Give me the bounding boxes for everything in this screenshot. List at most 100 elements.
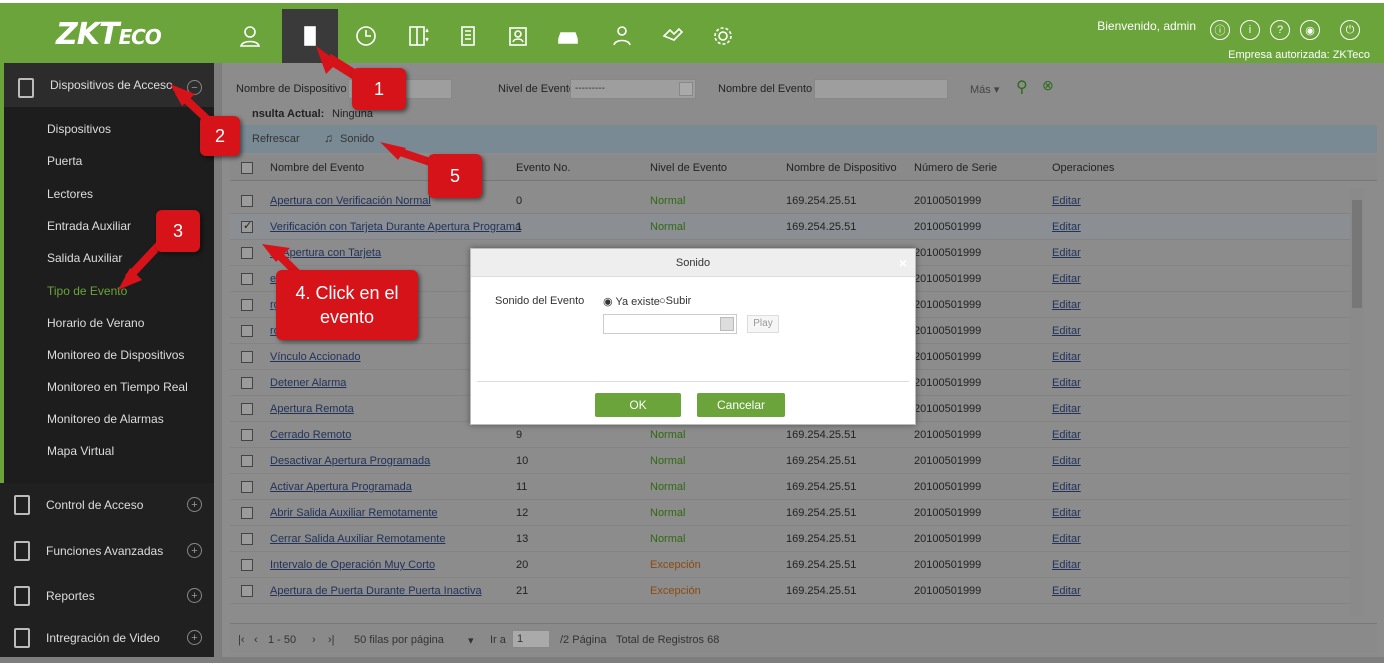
prev-page-icon[interactable]: ‹	[254, 634, 258, 646]
close-icon[interactable]: ×	[899, 255, 907, 271]
rows-per-page-arrow-icon[interactable]: ▾	[468, 634, 474, 647]
edit-link[interactable]: Editar	[1052, 195, 1081, 207]
radio-exists[interactable]: ◉ Ya existe	[603, 295, 660, 308]
expand-icon[interactable]: +	[187, 543, 202, 558]
edit-link[interactable]: Editar	[1052, 403, 1081, 415]
table-row[interactable]: Apertura con Verificación Normal 0 Normal 1…	[230, 188, 1358, 214]
building-nav-building-icon[interactable]	[440, 9, 496, 63]
edit-link[interactable]: Editar	[1052, 533, 1081, 545]
first-page-icon[interactable]: |‹	[238, 634, 245, 646]
row-checkbox[interactable]	[241, 219, 253, 233]
sidebar-section-funciones-avanzadas[interactable]: Funciones Avanzadas +	[0, 526, 214, 576]
table-scrollbar[interactable]	[1350, 188, 1364, 616]
patrol-nav-patrol-icon[interactable]	[594, 9, 650, 63]
sidebar-item-dispositivos[interactable]: Dispositivos	[47, 122, 111, 136]
event-name-cell[interactable]: Apertura con Verificación Normal	[270, 195, 431, 207]
table-row[interactable]: Abrir Salida Auxiliar Remotamente 12 Norma…	[230, 500, 1358, 526]
ok-button[interactable]: OK	[595, 393, 681, 417]
event-level-select[interactable]: ---------	[570, 79, 696, 99]
account-icon[interactable]: ◉	[1300, 20, 1320, 40]
edit-link[interactable]: Editar	[1052, 247, 1081, 259]
system-nav-gear-icon[interactable]	[695, 9, 751, 63]
collapse-icon[interactable]: −	[187, 80, 202, 95]
event-name-cell[interactable]: Abrir Salida Auxiliar Remotamente	[270, 507, 438, 519]
expand-icon[interactable]: +	[187, 630, 202, 645]
sidebar-section-control-acceso[interactable]: Control de Acceso +	[0, 480, 214, 530]
cancel-button[interactable]: Cancelar	[697, 393, 785, 417]
table-row[interactable]: Desactivar Apertura Programada 10 Normal 16…	[230, 448, 1358, 474]
row-checkbox[interactable]	[241, 507, 253, 519]
question-icon[interactable]: ?	[1270, 20, 1290, 40]
sidebar-item-salida-auxiliar[interactable]: Salida Auxiliar	[47, 251, 122, 265]
expand-icon[interactable]: +	[187, 588, 202, 603]
row-checkbox[interactable]	[241, 533, 253, 545]
sidebar-item-monitoreo-alarmas[interactable]: Monitoreo de Alarmas	[47, 412, 164, 426]
scrollbar-thumb[interactable]	[1352, 200, 1362, 308]
row-checkbox[interactable]	[241, 559, 253, 571]
more-filters-link[interactable]: Más ▾	[970, 83, 999, 96]
sound-select[interactable]	[603, 314, 737, 334]
event-name-cell[interactable]: Cerrado Remoto	[270, 429, 351, 441]
table-row[interactable]: Intervalo de Operación Muy Corto 20 Excepc…	[230, 552, 1358, 578]
sidebar-item-lectores[interactable]: Lectores	[47, 187, 93, 201]
event-name-cell[interactable]: ra Apertura con Tarjeta	[270, 247, 381, 259]
row-checkbox[interactable]	[241, 325, 253, 337]
event-name-cell[interactable]: Desactivar Apertura Programada	[270, 455, 430, 467]
table-row[interactable]: Activar Apertura Programada 11 Normal 169.2…	[230, 474, 1358, 500]
row-checkbox[interactable]	[241, 455, 253, 467]
sidebar-item-mapa-virtual[interactable]: Mapa Virtual	[47, 444, 114, 458]
sidebar-section-integracion-video[interactable]: Intregración de Video +	[0, 613, 214, 663]
visitor-nav-visitor-icon[interactable]	[490, 9, 546, 63]
edit-link[interactable]: Editar	[1052, 507, 1081, 519]
refresh-button[interactable]: Refrescar	[252, 133, 300, 145]
column-header[interactable]: Nivel de Evento	[650, 162, 727, 174]
sidebar-item-monitoreo-tiempo-real[interactable]: Monitoreo en Tiempo Real	[47, 380, 188, 394]
edit-link[interactable]: Editar	[1052, 325, 1081, 337]
personnel-nav-user-icon[interactable]	[222, 9, 278, 63]
event-name-cell[interactable]: Intervalo de Operación Muy Corto	[270, 559, 435, 571]
edit-link[interactable]: Editar	[1052, 455, 1081, 467]
clear-icon[interactable]: ⊗	[1042, 77, 1054, 94]
rows-per-page-select[interactable]: 50 filas por página	[354, 634, 444, 646]
last-page-icon[interactable]: ›|	[328, 634, 335, 646]
row-checkbox[interactable]	[241, 351, 253, 363]
sidebar-item-tipo-de-evento[interactable]: Tipo de Evento	[47, 284, 127, 298]
search-icon[interactable]: ⚲	[1016, 77, 1028, 97]
help-person-icon[interactable]: ⓘ	[1210, 20, 1230, 40]
sidebar-section-dispositivos[interactable]: Dispositivos de Acceso −	[0, 63, 214, 107]
select-all-checkbox[interactable]	[241, 162, 253, 174]
edit-link[interactable]: Editar	[1052, 221, 1081, 233]
sidebar-item-monitoreo-dispositivos[interactable]: Monitoreo de Dispositivos	[47, 348, 184, 362]
sidebar-item-entrada-auxiliar[interactable]: Entrada Auxiliar	[47, 219, 131, 233]
info-icon[interactable]: i	[1240, 20, 1260, 40]
sidebar-item-horario-de-verano[interactable]: Horario de Verano	[47, 316, 144, 330]
column-header[interactable]: Nombre del Evento	[270, 162, 364, 174]
event-name-cell[interactable]: Verificación con Tarjeta Durante Apertur…	[270, 221, 521, 233]
row-checkbox[interactable]	[241, 481, 253, 493]
play-button[interactable]: Play	[747, 315, 779, 333]
column-header[interactable]: Operaciones	[1052, 162, 1114, 174]
power-icon[interactable]: ⏻	[1340, 20, 1360, 40]
sidebar-item-puerta[interactable]: Puerta	[47, 154, 82, 168]
event-name-cell[interactable]: Activar Apertura Programada	[270, 481, 412, 493]
event-name-input[interactable]	[814, 79, 948, 99]
attendance-nav-clock-icon[interactable]	[338, 9, 394, 63]
event-name-cell[interactable]: Apertura Remota	[270, 403, 354, 415]
table-row[interactable]: Verificación con Tarjeta Durante Apertur…	[230, 214, 1358, 240]
access-nav-door-icon[interactable]	[282, 9, 338, 63]
row-checkbox[interactable]	[241, 273, 253, 285]
table-row[interactable]: Cerrar Salida Auxiliar Remotamente 13 Norm…	[230, 526, 1358, 552]
elevator-nav-elevator-icon[interactable]	[390, 9, 446, 63]
row-checkbox[interactable]	[241, 403, 253, 415]
row-checkbox[interactable]	[241, 585, 253, 597]
edit-link[interactable]: Editar	[1052, 481, 1081, 493]
edit-link[interactable]: Editar	[1052, 351, 1081, 363]
event-name-cell[interactable]: Apertura de Puerta Durante Puerta Inacti…	[270, 585, 482, 597]
edit-link[interactable]: Editar	[1052, 377, 1081, 389]
edit-link[interactable]: Editar	[1052, 429, 1081, 441]
edit-link[interactable]: Editar	[1052, 559, 1081, 571]
table-row[interactable]: Apertura de Puerta Durante Puerta Inacti…	[230, 578, 1358, 604]
next-page-icon[interactable]: ›	[312, 634, 316, 646]
radio-upload[interactable]: ○Subir	[659, 295, 691, 307]
edit-link[interactable]: Editar	[1052, 585, 1081, 597]
